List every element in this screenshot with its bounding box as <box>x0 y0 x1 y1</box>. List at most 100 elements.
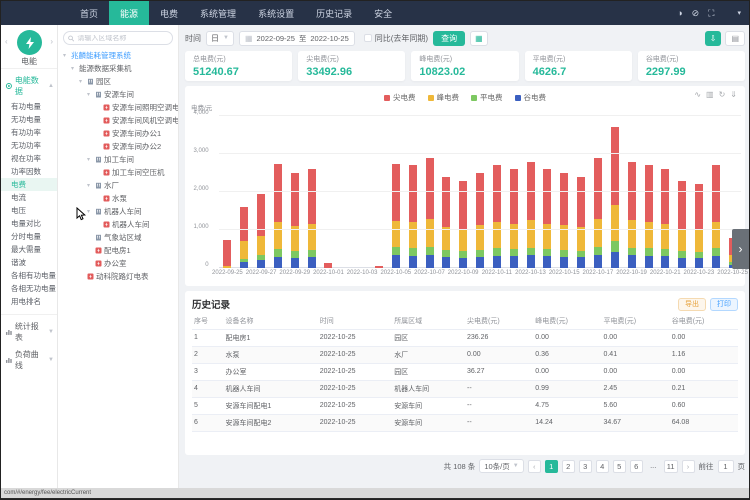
compare-checkbox[interactable] <box>364 34 372 42</box>
export-button[interactable]: 导出 <box>678 298 706 311</box>
sidebar-item-8[interactable]: 电压 <box>1 204 57 217</box>
stat-cards-row: 总电费(元)51240.67尖电费(元)33492.96峰电费(元)10823.… <box>185 51 745 81</box>
table-cell: 0.00 <box>601 363 669 380</box>
bar-segment-平电费 <box>442 250 450 257</box>
tree-node-6[interactable]: 安源车间办公1 <box>58 127 178 140</box>
next-page-button[interactable]: › <box>682 460 695 473</box>
legend-item-1[interactable]: 峰电费 <box>428 92 460 103</box>
tree-node-label: 机器人车间 <box>112 219 150 230</box>
tree-node-2[interactable]: ▾园区 <box>58 75 178 88</box>
tree-node-11[interactable]: 水泵 <box>58 192 178 205</box>
screenshot-icon[interactable]: ⊘ <box>692 8 700 19</box>
tree-node-12[interactable]: ▾机器人车间 <box>58 205 178 218</box>
tree-node-3[interactable]: ▾安源车间 <box>58 88 178 101</box>
sidebar-item-3[interactable]: 无功功率 <box>1 139 57 152</box>
page-button-4[interactable]: 4 <box>596 460 609 473</box>
tree-node-7[interactable]: 安源车间办公2 <box>58 140 178 153</box>
line-chart-icon[interactable]: ∿ <box>694 90 701 99</box>
tree-node-8[interactable]: ▾加工车间 <box>58 153 178 166</box>
gridline <box>219 191 741 192</box>
sidebar-footer-section-0[interactable]: 统计报表▼ <box>1 318 57 346</box>
page-button-1[interactable]: 1 <box>545 460 558 473</box>
sidebar-item-2[interactable]: 有功功率 <box>1 126 57 139</box>
page-button-5[interactable]: 5 <box>613 460 626 473</box>
print-button[interactable]: 打印 <box>710 298 738 311</box>
sidebar-item-4[interactable]: 视在功率 <box>1 152 57 165</box>
sidebar-item-1[interactable]: 无功电量 <box>1 113 57 126</box>
bar-chart-icon[interactable]: ▥ <box>706 90 714 99</box>
bar-segment-峰电费 <box>712 222 720 248</box>
tree-node-16[interactable]: 办公室 <box>58 257 178 270</box>
meter-icon <box>103 195 110 202</box>
legend-item-2[interactable]: 平电费 <box>471 92 503 103</box>
query-button[interactable]: 查询 <box>433 31 465 46</box>
tree-node-9[interactable]: 加工车间空压机 <box>58 166 178 179</box>
view-toggle-button[interactable]: ▦ <box>470 31 488 46</box>
nav-tab-1[interactable]: 能源 <box>109 1 149 25</box>
goto-page-input[interactable] <box>718 460 734 473</box>
page-button-2[interactable]: 2 <box>562 460 575 473</box>
tree-node-label: 安源车间办公2 <box>112 141 161 152</box>
sidebar-item-14[interactable]: 各相无功电量 <box>1 282 57 295</box>
tree-node-4[interactable]: 安源车间照明空调电表 <box>58 101 178 114</box>
table-cell: 机器人车间 <box>223 380 317 397</box>
tree-node-10[interactable]: ▾水厂 <box>58 179 178 192</box>
tree-node-15[interactable]: 配电房1 <box>58 244 178 257</box>
page-size-select[interactable]: 10条/页 ▼ <box>479 459 523 473</box>
page-button-3[interactable]: 3 <box>579 460 592 473</box>
sidebar-item-12[interactable]: 谐波 <box>1 256 57 269</box>
nav-tab-4[interactable]: 系统设置 <box>247 1 305 25</box>
tree-node-5[interactable]: 安源车间风机空调电表 <box>58 114 178 127</box>
nav-tab-3[interactable]: 系统管理 <box>189 1 247 25</box>
sidebar-item-13[interactable]: 各相有功电量 <box>1 269 57 282</box>
sidebar-item-6[interactable]: 电费 <box>1 178 57 191</box>
download-icon[interactable]: ⇓ <box>730 90 737 99</box>
tree-node-1[interactable]: ▾能源数据采集机 <box>58 62 178 75</box>
sidebar-item-0[interactable]: 有功电量 <box>1 100 57 113</box>
tree-node-14[interactable]: 气象站区域 <box>58 231 178 244</box>
date-range-picker[interactable]: ▦ 2022-09-25 至 2022-10-25 <box>239 31 355 46</box>
page-button-6[interactable]: 6 <box>630 460 643 473</box>
theme-icon[interactable]: ◑ <box>677 8 682 18</box>
sidebar-item-5[interactable]: 功率因数 <box>1 165 57 178</box>
granularity-select[interactable]: 日 ▼ <box>206 31 234 46</box>
refresh-icon[interactable]: ↻ <box>719 90 726 99</box>
sidebar-footer-section-1[interactable]: 负荷曲线▼ <box>1 346 57 374</box>
prev-page-button[interactable]: ‹ <box>528 460 541 473</box>
chevron-down-icon: ▼ <box>513 463 519 469</box>
nav-tab-5[interactable]: 历史记录 <box>305 1 363 25</box>
filter-right-buttons: ⇩ ▤ <box>705 31 745 46</box>
sidebar-item-10[interactable]: 分时电量 <box>1 230 57 243</box>
region-search-input[interactable] <box>77 35 168 42</box>
nav-tab-0[interactable]: 首页 <box>69 1 109 25</box>
table-cell: 5.60 <box>601 397 669 414</box>
compare-checkbox-group[interactable]: 同比(去年同期) <box>364 33 428 44</box>
sidebar-item-7[interactable]: 电流 <box>1 191 57 204</box>
tree-node-0[interactable]: ▾兆麟能耗管理系统 <box>58 49 178 62</box>
user-caret-icon[interactable]: ▾ <box>737 9 741 17</box>
bar-segment-平电费 <box>274 249 282 257</box>
fullscreen-icon[interactable]: ⛶ <box>708 8 714 19</box>
next-panel-arrow[interactable]: › <box>732 229 749 269</box>
nav-tab-6[interactable]: 安全 <box>363 1 403 25</box>
sidebar-item-9[interactable]: 电量对比 <box>1 217 57 230</box>
bar-2022-10-16 <box>573 116 590 268</box>
bar-segment-峰电费 <box>678 229 686 251</box>
page-button-11[interactable]: 11 <box>664 460 678 473</box>
tree-node-17[interactable]: 动科院路灯电表 <box>58 270 178 283</box>
bar-segment-尖电费 <box>560 173 568 225</box>
table-cell: 2022-10-25 <box>318 329 392 346</box>
energy-module-icon[interactable] <box>17 30 42 55</box>
sidebar-item-11[interactable]: 最大需量 <box>1 243 57 256</box>
table-cell: 64.08 <box>670 414 738 431</box>
nav-tab-2[interactable]: 电费 <box>149 1 189 25</box>
sidebar-section-header[interactable]: 电能数据 ▲ <box>1 69 57 100</box>
tree-node-13[interactable]: 机器人车间 <box>58 218 178 231</box>
export-icon-button[interactable]: ⇩ <box>705 31 722 46</box>
more-icon-button[interactable]: ▤ <box>725 31 745 46</box>
chevron-right-icon[interactable]: › <box>50 37 53 46</box>
legend-item-0[interactable]: 尖电费 <box>384 92 416 103</box>
chevron-left-icon[interactable]: ‹ <box>5 37 8 46</box>
legend-item-3[interactable]: 谷电费 <box>515 92 547 103</box>
sidebar-item-15[interactable]: 用电排名 <box>1 295 57 308</box>
